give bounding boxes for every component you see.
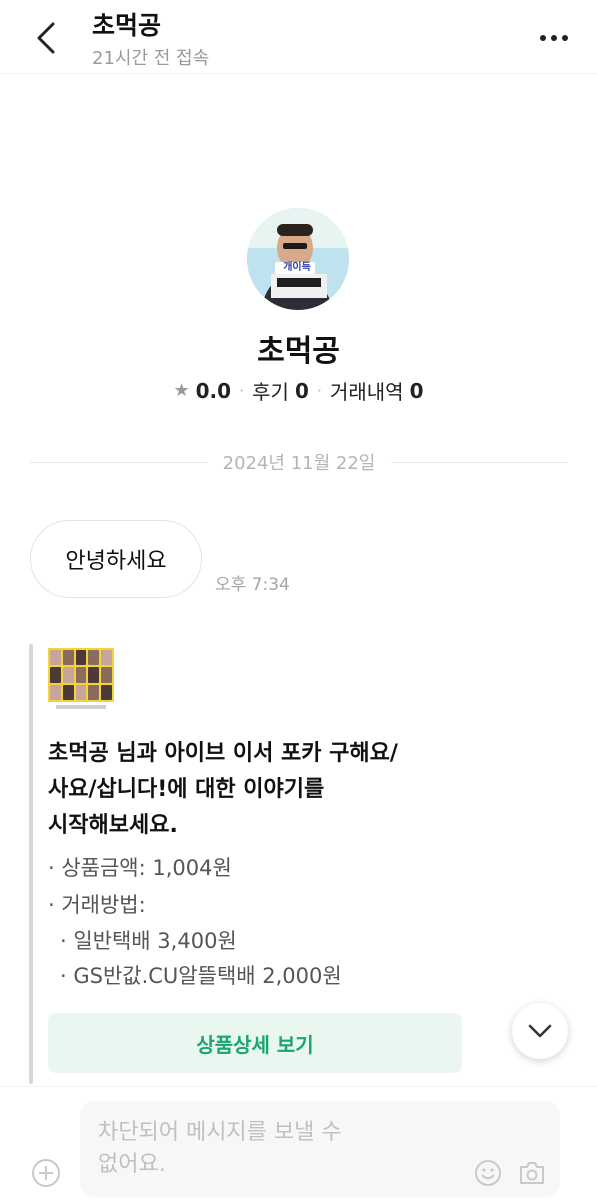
card-title-line: 사요/삽니다!에 대한 이야기를 bbox=[48, 777, 325, 802]
avatar[interactable]: 개이득 bbox=[247, 208, 349, 310]
chat-partner-name: 초먹공 bbox=[92, 11, 162, 40]
trade-method-item: · 일반택배 3,400원 bbox=[60, 929, 237, 953]
message-text: 안녕하세요 bbox=[65, 549, 167, 574]
rating-value: 0.0 bbox=[195, 378, 232, 403]
reviews-count: 0 bbox=[294, 378, 309, 403]
trade-method-label: · 거래방법: bbox=[48, 893, 146, 917]
date-label: 2024년 11월 22일 bbox=[222, 453, 376, 474]
separator-dot: · bbox=[316, 381, 322, 400]
attach-button[interactable] bbox=[30, 1157, 62, 1189]
more-dots-icon bbox=[540, 35, 568, 41]
star-icon: ★ bbox=[173, 380, 190, 401]
message-input-bar: 차단되어 메시지를 보낼 수 없어요. bbox=[0, 1086, 597, 1200]
profile-name: 초먹공 bbox=[257, 334, 340, 369]
reviews-label: 후기 bbox=[252, 380, 289, 404]
more-options-button[interactable] bbox=[537, 24, 571, 52]
view-product-detail-button[interactable]: 상품상세 보기 bbox=[48, 1013, 462, 1073]
chevron-down-icon bbox=[528, 1024, 552, 1038]
product-card-title: 초먹공 님과 아이브 이서 포카 구해요/ 사요/삽니다!에 대한 이야기를 시… bbox=[48, 736, 468, 844]
divider-line bbox=[30, 461, 207, 463]
plus-circle-icon bbox=[32, 1159, 60, 1187]
message-time: 오후 7:34 bbox=[215, 575, 290, 595]
card-title-line: 시작해보세요. bbox=[48, 813, 178, 838]
chevron-left-icon bbox=[37, 22, 55, 54]
smiley-icon bbox=[475, 1160, 501, 1186]
product-thumbnail[interactable] bbox=[48, 648, 114, 714]
back-button[interactable] bbox=[28, 18, 64, 58]
trade-method-item: · GS반값.CU알뜰택배 2,000원 bbox=[60, 964, 342, 988]
message-input-placeholder: 차단되어 메시지를 보낼 수 없어요. bbox=[98, 1117, 418, 1181]
chat-header: 초먹공 21시간 전 접속 bbox=[0, 0, 597, 74]
placeholder-line: 없어요. bbox=[98, 1152, 166, 1177]
profile-stats: ★ 0.0 · 후기 0 · 거래내역 0 bbox=[0, 376, 597, 405]
avatar-caption: 개이득 bbox=[283, 262, 311, 273]
thumbnail-caption-bar bbox=[56, 705, 106, 709]
trades-count: 0 bbox=[409, 378, 424, 403]
trades-label: 거래내역 bbox=[329, 380, 404, 404]
avatar-image bbox=[247, 208, 349, 310]
scroll-to-bottom-button[interactable] bbox=[512, 1003, 568, 1059]
emoji-button[interactable] bbox=[472, 1157, 504, 1189]
date-divider: 2024년 11월 22일 bbox=[30, 450, 568, 474]
card-title-line: 초먹공 님과 아이브 이서 포카 구해요/ bbox=[48, 741, 398, 766]
photocard-grid-image bbox=[48, 648, 114, 702]
separator-dot: · bbox=[239, 381, 245, 400]
card-accent-bar bbox=[29, 644, 33, 1084]
product-price: · 상품금액: 1,004원 bbox=[48, 856, 232, 880]
last-active-status: 21시간 전 접속 bbox=[92, 48, 210, 69]
camera-button[interactable] bbox=[516, 1157, 548, 1189]
message-bubble[interactable]: 안녕하세요 bbox=[30, 520, 202, 598]
placeholder-line: 차단되어 메시지를 보낼 수 bbox=[98, 1120, 342, 1145]
camera-icon bbox=[520, 1162, 544, 1184]
divider-line bbox=[391, 461, 568, 463]
